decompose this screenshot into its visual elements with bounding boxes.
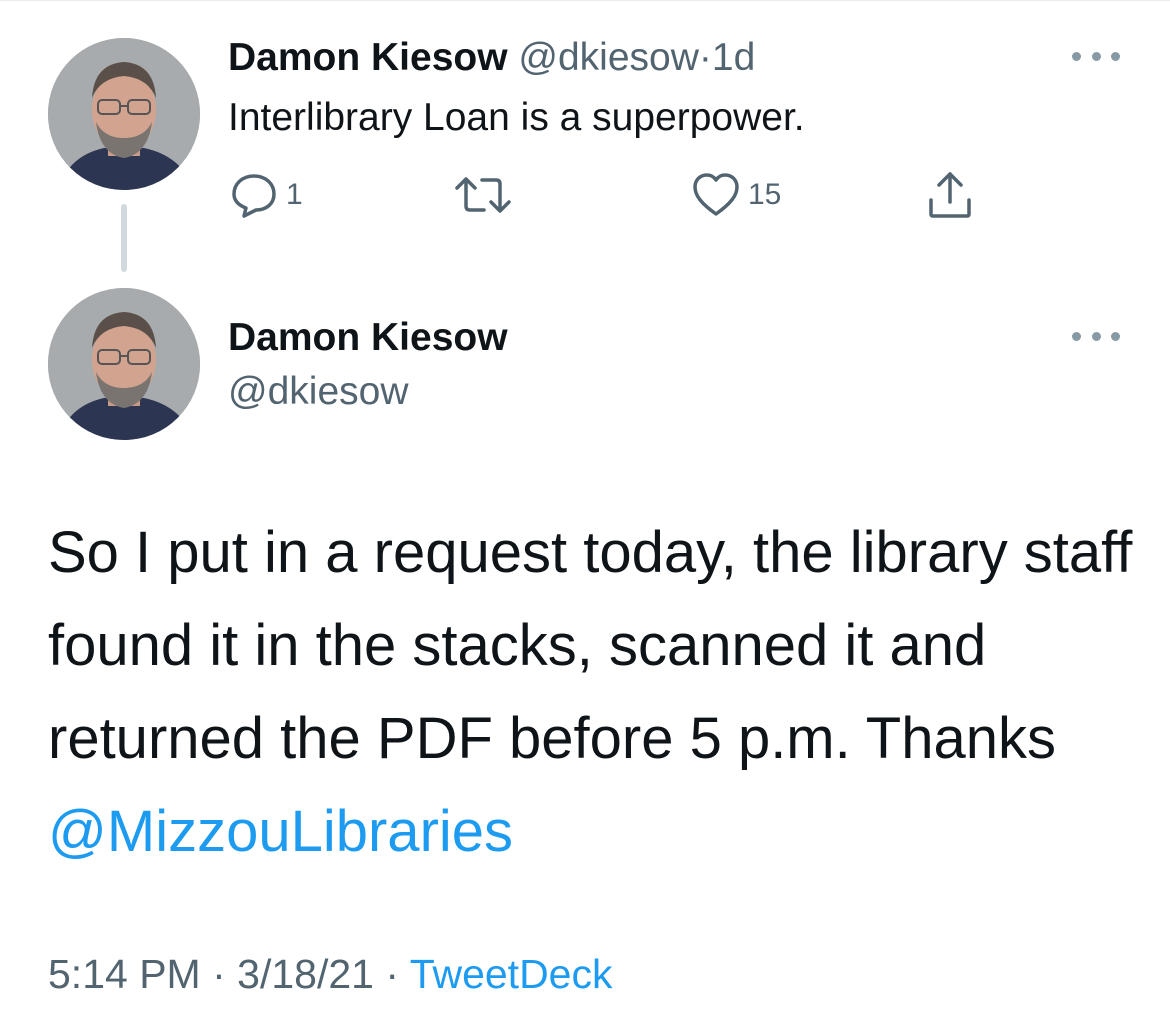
retweet-icon bbox=[455, 177, 511, 213]
retweet-button[interactable] bbox=[452, 170, 522, 220]
meta-separator: · bbox=[385, 951, 400, 997]
like-button[interactable]: 15 bbox=[692, 170, 781, 220]
tweet-date[interactable]: 3/18/21 bbox=[237, 951, 374, 997]
more-dots-icon bbox=[1111, 51, 1120, 61]
more-dots-icon bbox=[1072, 331, 1081, 341]
author-handle[interactable]: @dkiesow bbox=[518, 36, 699, 79]
more-options-button[interactable] bbox=[1072, 324, 1120, 348]
like-count: 15 bbox=[748, 178, 782, 211]
header-separator: · bbox=[698, 36, 712, 79]
reply-icon bbox=[232, 174, 276, 218]
tweet2-text: So I put in a request today, the library… bbox=[48, 506, 1138, 878]
avatar[interactable] bbox=[48, 288, 200, 440]
author-handle[interactable]: @dkiesow bbox=[228, 368, 409, 416]
more-dots-icon bbox=[1111, 331, 1120, 341]
tweet1-header: Damon Kiesow @dkiesow·1d bbox=[228, 34, 755, 82]
tweet1-text: Interlibrary Loan is a superpower. bbox=[228, 96, 805, 139]
avatar[interactable] bbox=[48, 38, 200, 190]
author-name[interactable]: Damon Kiesow bbox=[228, 314, 508, 362]
reply-button[interactable]: 1 bbox=[230, 170, 303, 220]
profile-photo bbox=[48, 38, 200, 190]
mention-link[interactable]: @MizzouLibraries bbox=[48, 799, 513, 864]
tweet-metadata: 5:14 PM · 3/18/21 · TweetDeck bbox=[48, 948, 613, 1000]
more-dots-icon bbox=[1072, 51, 1081, 61]
tweet-time[interactable]: 5:14 PM bbox=[48, 951, 201, 997]
tweet-age[interactable]: 1d bbox=[712, 36, 755, 79]
meta-separator: · bbox=[212, 951, 226, 997]
thread-connector bbox=[121, 204, 127, 272]
author-name[interactable]: Damon Kiesow bbox=[228, 36, 508, 79]
more-dots-icon bbox=[1091, 331, 1101, 341]
share-icon bbox=[929, 172, 971, 218]
tweet-body-text: So I put in a request today, the library… bbox=[48, 520, 1133, 771]
share-button[interactable] bbox=[926, 170, 974, 220]
more-options-button[interactable] bbox=[1072, 44, 1120, 68]
reply-count: 1 bbox=[286, 178, 303, 211]
heart-icon bbox=[693, 173, 739, 216]
top-divider bbox=[0, 0, 1170, 1]
more-dots-icon bbox=[1091, 51, 1101, 61]
profile-photo bbox=[48, 288, 200, 440]
tweet-source-link[interactable]: TweetDeck bbox=[410, 951, 613, 997]
